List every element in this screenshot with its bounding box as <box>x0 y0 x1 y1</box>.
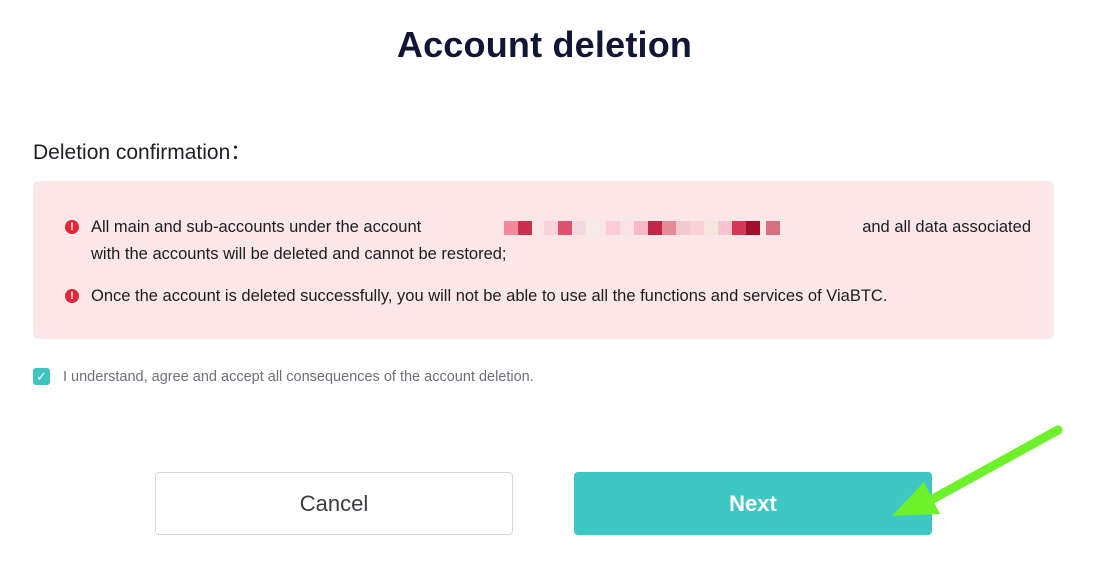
warning-text: Once the account is deleted successfully… <box>91 287 888 305</box>
exclamation-circle-icon: ! <box>65 220 79 234</box>
checkmark-icon: ✓ <box>36 369 47 384</box>
warning-text-prefix: All main and sub-accounts under the acco… <box>91 218 422 236</box>
warning-item: ! Once the account is deleted successful… <box>65 283 1031 310</box>
masked-account-name <box>503 214 780 241</box>
section-label: Deletion confirmation： <box>33 141 252 164</box>
warning-text-line2: with the accounts will be deleted and ca… <box>91 245 507 263</box>
agreement-checkbox[interactable]: ✓ <box>33 368 50 385</box>
agreement-row[interactable]: ✓ I understand, agree and accept all con… <box>33 368 534 385</box>
exclamation-circle-icon: ! <box>65 289 79 303</box>
warning-item: ! All main and sub-accounts under the ac… <box>65 214 1031 268</box>
cancel-button[interactable]: Cancel <box>155 472 513 535</box>
next-button[interactable]: Next <box>574 472 932 535</box>
account-deletion-page: Account deletion Deletion confirmation： … <box>0 0 1109 568</box>
warning-text-suffix: and all data associated <box>862 218 1031 236</box>
warning-box: ! All main and sub-accounts under the ac… <box>33 181 1054 339</box>
page-title: Account deletion <box>396 24 693 65</box>
agreement-label[interactable]: I understand, agree and accept all conse… <box>63 369 534 385</box>
green-arrow-icon <box>892 425 1063 516</box>
